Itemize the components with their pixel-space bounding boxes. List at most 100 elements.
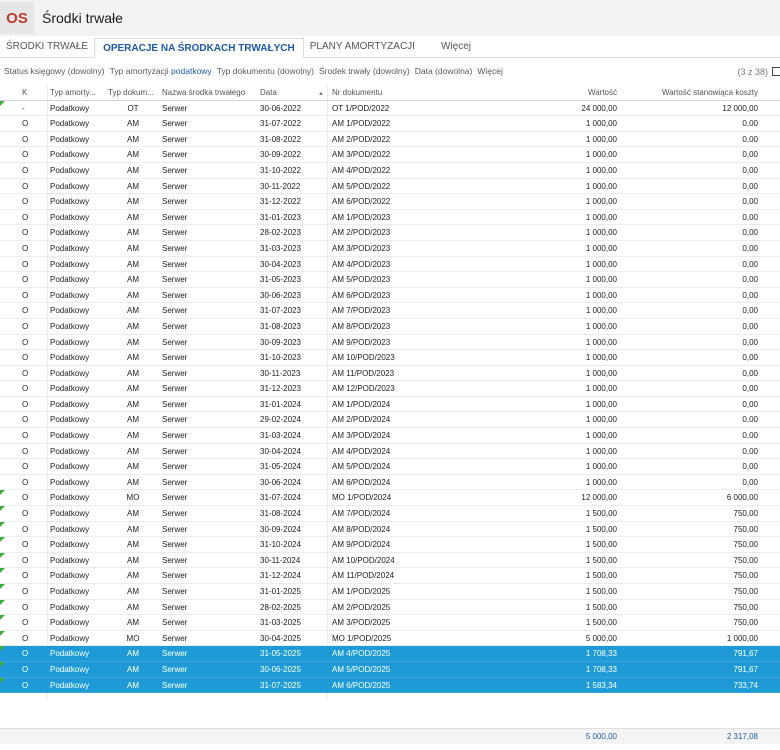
cell-wartosc: 1 000,00 xyxy=(585,446,617,456)
table-row[interactable]: O Podatkowy AM Serwer 30-11-2022 AM 5/POD/202… xyxy=(0,179,780,195)
column-header-typ-dokumentu[interactable]: Typ dokum... xyxy=(108,85,158,100)
column-header-data[interactable]: Data xyxy=(260,85,326,100)
table-row[interactable]: O Podatkowy AM Serwer 29-02-2024 AM 2/POD/202… xyxy=(0,412,780,429)
tab-more[interactable]: Więcej xyxy=(435,37,477,57)
cell-wartosc-koszty: 0,00 xyxy=(742,150,758,160)
cell-nazwa: Serwer xyxy=(162,477,188,487)
column-header-wartosc[interactable]: Wartość xyxy=(474,85,617,100)
table-row[interactable]: O Podatkowy AM Serwer 31-12-2024 AM 11/POD/20… xyxy=(0,568,780,584)
filter-status[interactable]: Status księgowy (dowolny) xyxy=(4,66,105,76)
table-row[interactable]: O Podatkowy AM Serwer 31-07-2025 AM 6/POD/202… xyxy=(0,677,780,694)
tab-operacje[interactable]: OPERACJE NA ŚRODKACH TRWAŁYCH xyxy=(94,38,304,58)
table-row[interactable]: O Podatkowy AM Serwer 31-10-2022 AM 4/POD/202… xyxy=(0,163,780,179)
cell-typ-amortyzacji: Podatkowy xyxy=(50,431,90,441)
table-row[interactable]: O Podatkowy AM Serwer 31-08-2022 AM 2/POD/202… xyxy=(0,132,780,148)
cell-k: O xyxy=(22,555,29,565)
cell-nazwa: Serwer xyxy=(162,415,188,425)
cell-nazwa: Serwer xyxy=(162,555,188,565)
table-row[interactable]: O Podatkowy AM Serwer 28-02-2025 AM 2/POD/202… xyxy=(0,599,780,616)
table-row[interactable]: O Podatkowy AM Serwer 31-08-2024 AM 7/POD/202… xyxy=(0,506,780,522)
table-row[interactable]: O Podatkowy AM Serwer 30-09-2023 AM 9/POD/202… xyxy=(0,335,780,351)
filter-more[interactable]: Więcej xyxy=(477,66,503,76)
cell-typ-dokumentu: AM xyxy=(127,368,139,378)
table-row[interactable]: O Podatkowy AM Serwer 31-05-2025 AM 4/POD/202… xyxy=(0,646,780,662)
cell-k: O xyxy=(22,446,29,456)
table-row[interactable]: O Podatkowy AM Serwer 31-01-2024 AM 1/POD/202… xyxy=(0,397,780,413)
table-row[interactable]: O Podatkowy AM Serwer 31-10-2023 AM 10/POD/20… xyxy=(0,350,780,366)
cell-nazwa: Serwer xyxy=(162,353,188,363)
table-row[interactable]: O Podatkowy AM Serwer 30-04-2023 AM 4/POD/202… xyxy=(0,257,780,273)
table-row[interactable]: O Podatkowy AM Serwer 31-12-2022 AM 6/POD/202… xyxy=(0,194,780,210)
table-row[interactable]: O Podatkowy AM Serwer 30-09-2024 AM 8/POD/202… xyxy=(0,521,780,538)
table-row[interactable]: - Podatkowy OT Serwer 30-06-2022 OT 1/POD/202… xyxy=(0,100,780,117)
table-row[interactable]: O Podatkowy AM Serwer 31-05-2024 AM 5/POD/202… xyxy=(0,459,780,475)
table-row[interactable]: O Podatkowy AM Serwer 30-09-2022 AM 3/POD/202… xyxy=(0,147,780,163)
column-header-nazwa[interactable]: Nazwa środka trwałego xyxy=(162,85,254,100)
cell-nazwa: Serwer xyxy=(162,493,188,503)
cell-typ-amortyzacji: Podatkowy xyxy=(50,321,90,331)
sort-ascending-icon[interactable]: ▲ xyxy=(318,85,328,100)
cell-typ-dokumentu: AM xyxy=(127,664,139,674)
cell-nazwa: Serwer xyxy=(162,680,188,690)
column-header-typ-amortyzacji[interactable]: Typ amorty... xyxy=(50,85,102,100)
table-row[interactable]: O Podatkowy AM Serwer 30-11-2024 AM 10/POD/20… xyxy=(0,552,780,569)
table-row[interactable]: O Podatkowy AM Serwer 30-11-2023 AM 11/POD/20… xyxy=(0,366,780,382)
cell-nazwa: Serwer xyxy=(162,150,188,160)
cell-wartosc-koszty: 0,00 xyxy=(742,243,758,253)
total-wartosc-koszty: 2 317,08 xyxy=(726,732,758,741)
cell-wartosc: 1 000,00 xyxy=(585,150,617,160)
table-row[interactable]: O Podatkowy AM Serwer 31-03-2025 AM 3/POD/202… xyxy=(0,615,780,631)
total-wartosc: 5 000,00 xyxy=(585,732,617,741)
cell-wartosc-koszty: 0,00 xyxy=(742,462,758,472)
column-header-nr-dokumentu[interactable]: Nr dokumentu xyxy=(332,85,472,100)
cell-typ-amortyzacji: Podatkowy xyxy=(50,509,90,519)
cell-typ-dokumentu: AM xyxy=(127,431,139,441)
table-row[interactable]: O Podatkowy MO Serwer 30-04-2025 MO 1/POD/202… xyxy=(0,630,780,647)
cell-wartosc-koszty: 0,00 xyxy=(742,431,758,441)
table-row[interactable]: O Podatkowy AM Serwer 28-02-2023 AM 2/POD/202… xyxy=(0,225,780,241)
cell-nr-dokumentu: AM 3/POD/2024 xyxy=(332,431,391,441)
table-row[interactable]: O Podatkowy AM Serwer 31-03-2024 AM 3/POD/202… xyxy=(0,428,780,444)
column-header-k[interactable]: K xyxy=(22,85,42,100)
cell-nazwa: Serwer xyxy=(162,197,188,207)
table-row[interactable]: O Podatkowy AM Serwer 31-01-2025 AM 1/POD/202… xyxy=(0,584,780,600)
table-row[interactable]: O Podatkowy AM Serwer 30-04-2024 AM 4/POD/202… xyxy=(0,444,780,460)
cell-typ-amortyzacji: Podatkowy xyxy=(50,555,90,565)
column-header-wartosc-koszty[interactable]: Wartość stanowiąca koszty xyxy=(620,85,758,100)
cell-wartosc: 12 000,00 xyxy=(581,493,617,503)
cell-data: 31-08-2022 xyxy=(260,134,301,144)
table-row[interactable]: O Podatkowy AM Serwer 30-06-2025 AM 5/POD/202… xyxy=(0,661,780,678)
cell-nazwa: Serwer xyxy=(162,337,188,347)
tab-srodki-trwale[interactable]: ŚRODKI TRWAŁE xyxy=(0,37,94,57)
filter-typ-dokumentu[interactable]: Typ dokumentu (dowolny) xyxy=(217,66,314,76)
table-row[interactable]: O Podatkowy MO Serwer 31-07-2024 MO 1/POD/202… xyxy=(0,490,780,507)
table-row[interactable]: O Podatkowy AM Serwer 31-08-2023 AM 8/POD/202… xyxy=(0,319,780,335)
table-row[interactable]: O Podatkowy AM Serwer 31-05-2023 AM 5/POD/202… xyxy=(0,272,780,288)
filter-data[interactable]: Data (dowolna) xyxy=(415,66,473,76)
cell-typ-dokumentu: AM xyxy=(127,618,139,628)
table-row[interactable]: O Podatkowy AM Serwer 31-12-2023 AM 12/POD/20… xyxy=(0,381,780,397)
tab-plany-amortyzacji[interactable]: PLANY AMORTYZACJI xyxy=(304,37,421,57)
filter-srodek-trwaly[interactable]: Środek trwały (dowolny) xyxy=(319,66,410,76)
cell-k: O xyxy=(22,228,29,238)
cell-typ-dokumentu: MO xyxy=(126,493,140,503)
cell-nr-dokumentu: AM 4/POD/2023 xyxy=(332,259,391,269)
cell-k: O xyxy=(22,165,29,175)
cell-wartosc: 1 000,00 xyxy=(585,415,617,425)
table-row[interactable]: O Podatkowy AM Serwer 31-10-2024 AM 9/POD/202… xyxy=(0,537,780,553)
filter-typ-amortyzacji[interactable]: Typ amortyzacji podatkowy xyxy=(110,66,212,76)
cell-nr-dokumentu: AM 1/POD/2022 xyxy=(332,119,391,129)
cell-typ-dokumentu: AM xyxy=(127,150,139,160)
cell-wartosc: 1 500,00 xyxy=(585,571,617,581)
cell-wartosc-koszty: 0,00 xyxy=(742,337,758,347)
table-row[interactable]: O Podatkowy AM Serwer 31-03-2023 AM 3/POD/202… xyxy=(0,241,780,257)
cell-wartosc: 1 000,00 xyxy=(585,462,617,472)
cell-wartosc-koszty: 750,00 xyxy=(733,540,758,550)
cell-nazwa: Serwer xyxy=(162,664,188,674)
table-row[interactable]: O Podatkowy AM Serwer 30-06-2024 AM 6/POD/202… xyxy=(0,475,780,491)
export-icon[interactable] xyxy=(772,67,780,76)
table-row[interactable]: O Podatkowy AM Serwer 30-06-2023 AM 6/POD/202… xyxy=(0,288,780,304)
table-row[interactable]: O Podatkowy AM Serwer 31-07-2022 AM 1/POD/202… xyxy=(0,116,780,132)
table-row[interactable]: O Podatkowy AM Serwer 31-07-2023 AM 7/POD/202… xyxy=(0,303,780,319)
table-row[interactable]: O Podatkowy AM Serwer 31-01-2023 AM 1/POD/202… xyxy=(0,210,780,226)
